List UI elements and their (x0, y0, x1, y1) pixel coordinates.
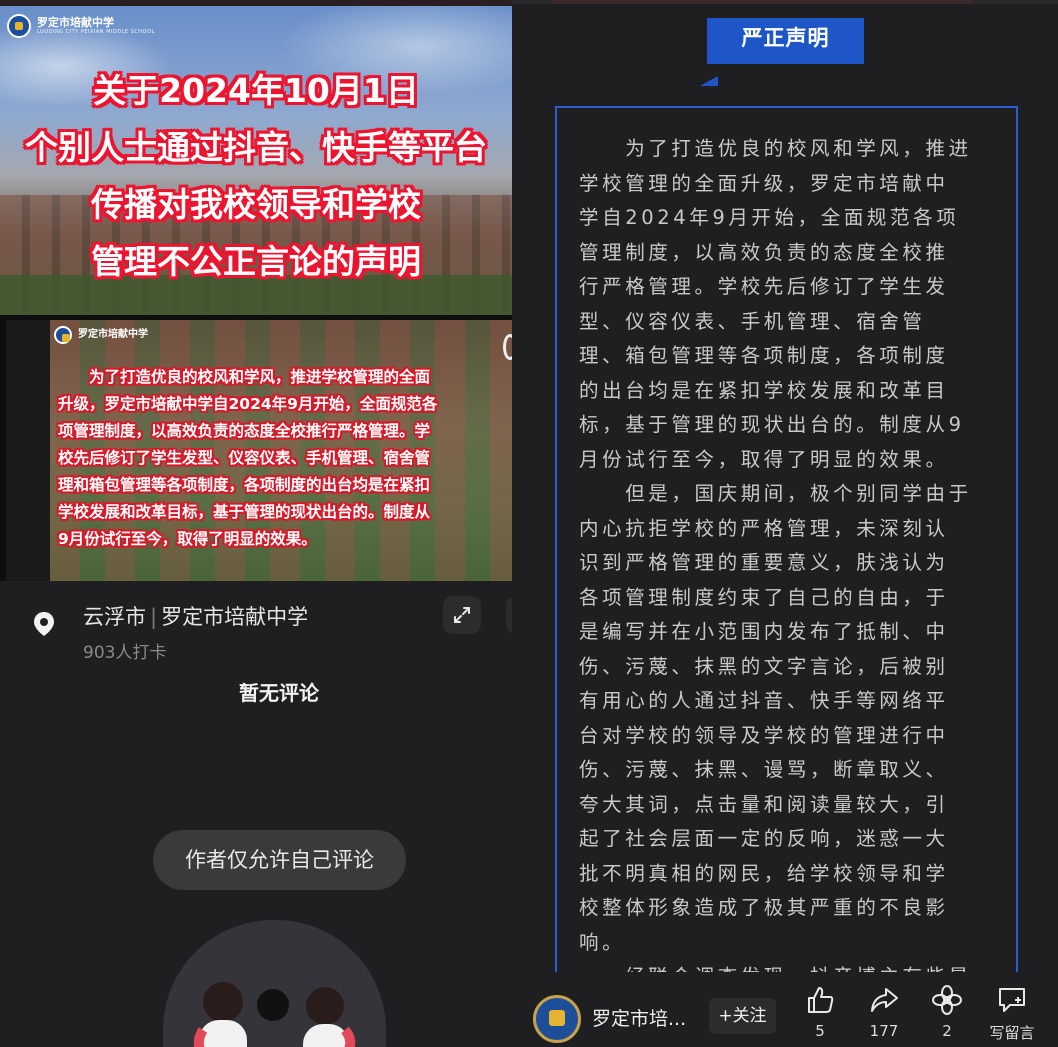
card-school-logo: 罗定市培献中学 (54, 326, 148, 344)
expand-button[interactable] (443, 596, 481, 634)
school-logo: 罗定市培献中学 LUODING CITY PEIXIAN MIDDLE SCHO… (7, 14, 155, 38)
banner-line: 管理不公正言论的声明 (91, 242, 421, 281)
only-author-comment-notice: 作者仅允许自己评论 (153, 830, 406, 890)
location-place: 罗定市培献中学 (161, 605, 309, 629)
article-line: 台对学校的领导及学校的管理进行中 (579, 723, 949, 747)
article-line: 内心抗拒学校的严格管理，未深刻认 (579, 516, 949, 540)
account-name[interactable]: 罗定市培... (592, 1004, 686, 1031)
article-line: 但是，国庆期间，极个别同学由于 (579, 482, 972, 505)
image-card-wrapper: 罗定市培献中学 为了打造优良的校风和学风，推进学校管理的全面 升级，罗定市培献中… (0, 315, 512, 581)
top-strip-mid (552, 0, 972, 4)
recommend-button[interactable]: 2 (917, 984, 977, 1040)
share-count: 177 (869, 1022, 899, 1040)
article-line: 起了社会层面一定的反响，迷惑一大 (579, 827, 949, 850)
share-button[interactable]: 177 (854, 984, 914, 1040)
card-text: 为了打造优良的校风和学风，推进学校管理的全面 升级，罗定市培献中学自2024年9… (58, 364, 510, 553)
flower-icon (932, 985, 962, 1015)
article-line: 夸大其词，点击量和阅读量较大，引 (579, 792, 949, 816)
left-panel: 罗定市培献中学 LUODING CITY PEIXIAN MIDDLE SCHO… (0, 0, 512, 1047)
banner-line: 关于2024年10月1日 (93, 71, 419, 110)
article-line: 月份试行至今，取得了明显的效果。 (579, 447, 949, 471)
card-line: 9月份试行至今，取得了明显的效果。 (58, 530, 317, 548)
recommend-count: 2 (942, 1022, 952, 1040)
follow-button[interactable]: +关注 (709, 998, 776, 1034)
article-line: 标，基于管理的现状出台的。制度从9 (579, 413, 965, 436)
bottom-action-bar: 罗定市培... +关注 5 177 2 写留言 (512, 972, 1058, 1047)
checkin-count: 903人打卡 (83, 643, 167, 663)
article-line: 学自2024年9月开始，全面规范各项 (579, 206, 960, 229)
school-logo-text: 罗定市培献中学 (37, 16, 114, 29)
card-left-shadow (6, 320, 50, 581)
people-chatting-illustration (193, 982, 356, 1047)
right-panel: 严正声明 为了打造优良的校风和学风，推进 学校管理的全面升级，罗定市培献中 学自… (512, 0, 1058, 1047)
card-line: 理和箱包管理等各项制度，各项制度的出台均是在紧扣 (58, 476, 431, 494)
top-strip (512, 0, 1058, 4)
write-comment-button[interactable]: 写留言 (982, 984, 1042, 1043)
article-line: 校整体形象造成了极其严重的不良影 (579, 896, 949, 919)
image-card[interactable]: 罗定市培献中学 为了打造优良的校风和学风，推进学校管理的全面 升级，罗定市培献中… (6, 320, 512, 581)
article-line: 理、箱包管理等各项制度，各项制度 (579, 344, 949, 367)
school-logo-subtext: LUODING CITY PEIXIAN MIDDLE SCHOOL (37, 29, 155, 35)
article-line: 识到严格管理的重要意义，肤浅认为 (579, 551, 949, 574)
no-comment-label: 暂无评论 (239, 681, 319, 705)
article-line: 伤、污蔑、抹黑的文字言论，后被别 (579, 654, 949, 678)
video-banner[interactable]: 罗定市培献中学 LUODING CITY PEIXIAN MIDDLE SCHO… (0, 6, 512, 315)
article-line: 是编写并在小范围内发布了抵制、中 (579, 620, 949, 643)
banner-line: 传播对我校领导和学校 (91, 185, 421, 224)
location-separator: | (150, 605, 158, 629)
location-pin-icon (34, 612, 54, 636)
location-city: 云浮市 (83, 605, 146, 629)
card-line: 校先后修订了学生发型、仪容仪表、手机管理、宿舍管 (58, 449, 431, 467)
expand-icon (454, 607, 470, 623)
article-line: 各项管理制度约束了自己的自由，于 (579, 585, 949, 609)
article-line: 行严格管理。学校先后修订了学生发 (579, 275, 949, 298)
article-line: 型、仪容仪表、手机管理、宿舍管 (579, 309, 926, 333)
article-line: 管理制度，以高效负责的态度全校推 (579, 240, 949, 264)
card-emblem-icon (54, 326, 72, 344)
card-line: 为了打造优良的校风和学风，推进学校管理的全面 (58, 368, 431, 386)
like-button[interactable]: 5 (790, 984, 850, 1040)
share-arrow-icon (871, 988, 898, 1012)
card-line: 项管理制度，以高效负责的态度全校推行严格管理。学 (58, 422, 431, 440)
article-line: 响。 (579, 930, 626, 954)
article-line: 伤、污蔑、抹黑、谩骂，断章取义、 (579, 758, 949, 781)
banner-line: 个别人士通过抖音、快手等平台 (25, 128, 487, 167)
card-line: 升级，罗定市培献中学自2024年9月开始，全面规范各 (58, 395, 438, 413)
article-line: 的出台均是在紧扣学校发展和改革目 (579, 378, 949, 402)
article-title-tab: 严正声明 (707, 18, 864, 64)
title-tab-decoration (700, 76, 718, 86)
article-frame: 为了打造优良的校风和学风，推进 学校管理的全面升级，罗定市培献中 学自2024年… (555, 106, 1018, 1006)
location-name[interactable]: 云浮市 | 罗定市培献中学 (83, 601, 308, 631)
comment-bubble-icon (999, 988, 1025, 1012)
article-line: 为了打造优良的校风和学风，推进 (579, 137, 972, 160)
card-logo-text: 罗定市培献中学 (78, 329, 148, 340)
article-line: 学校管理的全面升级，罗定市培献中 (579, 171, 949, 195)
school-emblem-icon (7, 14, 31, 38)
account-avatar[interactable] (533, 995, 581, 1043)
like-count: 5 (815, 1022, 825, 1040)
empty-comments-illustration (163, 920, 386, 1047)
article-line: 批不明真相的网民，给学校领导和学 (579, 861, 949, 885)
article-line: 有用心的人通过抖音、快手等网络平 (579, 689, 949, 712)
article-body: 为了打造优良的校风和学风，推进 学校管理的全面升级，罗定市培献中 学自2024年… (579, 132, 999, 995)
banner-headline: 关于2024年10月1日 个别人士通过抖音、快手等平台 传播对我校领导和学校 管… (0, 62, 512, 290)
next-card-edge[interactable] (503, 334, 512, 360)
card-line: 学校发展和改革目标，基于管理的现状出台的。制度从 (58, 503, 431, 521)
write-comment-label: 写留言 (989, 1024, 1035, 1042)
thumbs-up-icon (808, 987, 834, 1013)
